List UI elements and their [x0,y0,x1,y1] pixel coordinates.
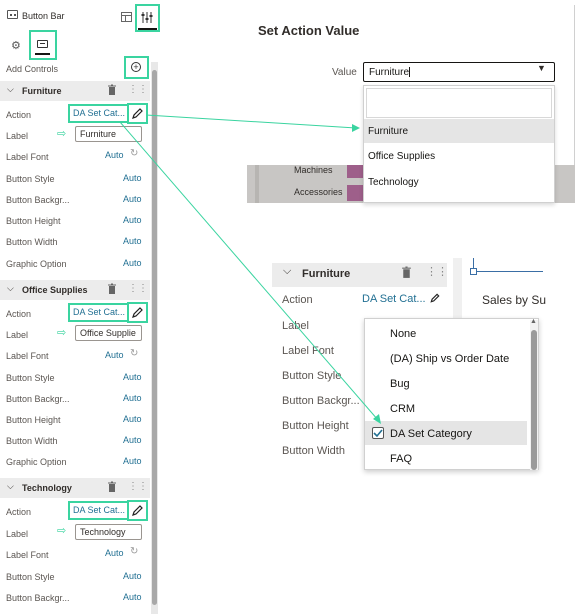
callout-arrows [119,114,381,424]
